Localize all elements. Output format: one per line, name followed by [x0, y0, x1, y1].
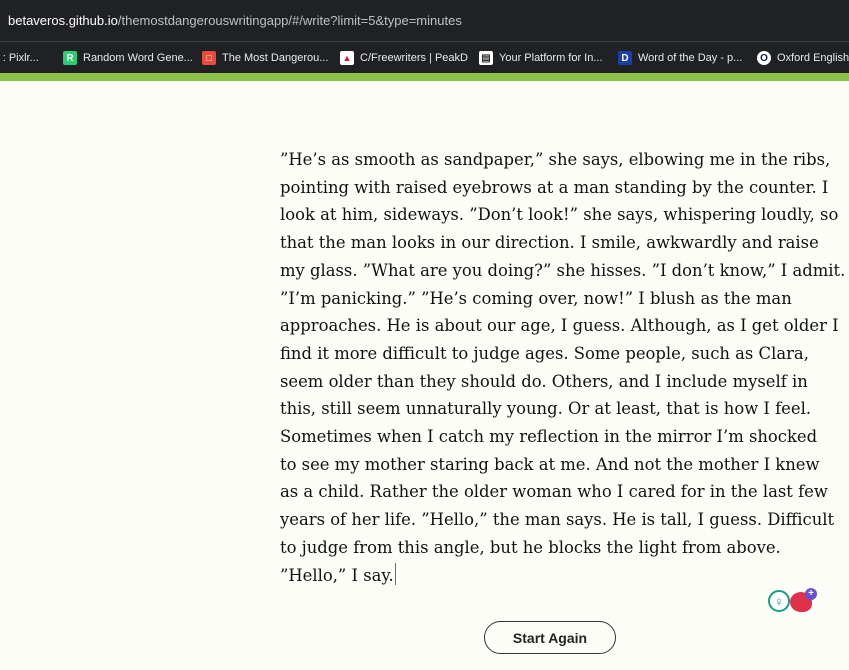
bookmark-random-word[interactable]: R Random Word Gene...: [63, 47, 193, 69]
platform-icon: ▤: [479, 51, 493, 65]
url-text[interactable]: betaveros.github.io/themostdangerouswrit…: [8, 13, 462, 28]
text-cursor: [394, 562, 397, 585]
bookmarks-bar: r : Pixlr... R Random Word Gene... □ The…: [0, 42, 849, 73]
plus-icon[interactable]: +: [805, 588, 817, 600]
editor-line: Sometimes when I catch my reflection in …: [280, 427, 818, 447]
bookmark-label: Oxford English: [777, 52, 849, 64]
bookmark-platform[interactable]: ▤ Your Platform for In...: [479, 47, 603, 69]
editor-line: seem older than they should do. Others, …: [280, 371, 808, 391]
editor-line: ”I’m panicking.” ”He’s coming over, now!…: [280, 288, 792, 308]
bookmark-label: The Most Dangerou...: [222, 52, 329, 64]
grammar-extension-widget[interactable]: ♀ +: [766, 588, 818, 616]
address-bar[interactable]: betaveros.github.io/themostdangerouswrit…: [0, 0, 849, 42]
bookmark-word-of-day[interactable]: D Word of the Day - p...: [618, 47, 742, 69]
start-again-button[interactable]: Start Again: [484, 621, 616, 654]
editor-line: this, still seem unnaturally young. Or a…: [280, 399, 812, 419]
bookmark-label: C/Freewriters | PeakD: [360, 52, 468, 64]
bookmark-label: r : Pixlr...: [0, 52, 39, 64]
editor-line: approaches. He is about our age, I guess…: [280, 316, 839, 336]
editor-line-text: ”Hello,” I say.: [280, 565, 394, 585]
peakd-icon: ▲: [340, 51, 354, 65]
editor-line: my glass. ”What are you doing?” she hiss…: [280, 260, 846, 280]
editor-last-line: ”Hello,” I say.: [280, 562, 825, 590]
writing-editor[interactable]: ”He’s as smooth as sandpaper,” she says,…: [280, 146, 846, 590]
editor-line: years of her life. ”Hello,” the man says…: [280, 510, 835, 530]
editor-line: pointing with raised eyebrows at a man s…: [280, 177, 829, 197]
bookmark-oxford[interactable]: O Oxford English: [757, 47, 849, 69]
lightbulb-icon[interactable]: ♀: [768, 590, 790, 612]
word-of-day-icon: D: [618, 51, 632, 65]
dangerous-app-icon: □: [202, 51, 216, 65]
bookmark-label: Your Platform for In...: [499, 52, 603, 64]
editor-line: to judge from this angle, but he blocks …: [280, 537, 781, 557]
bookmark-peakd[interactable]: ▲ C/Freewriters | PeakD: [340, 47, 468, 69]
random-word-icon: R: [63, 51, 77, 65]
editor-line: to see my mother staring back at me. And…: [280, 454, 820, 474]
editor-line: find it more difficult to judge ages. So…: [280, 343, 809, 363]
editor-line: ”He’s as smooth as sandpaper,” she says,…: [280, 150, 831, 169]
bookmark-label: Random Word Gene...: [83, 52, 193, 64]
url-path: /themostdangerouswritingapp/#/write?limi…: [117, 13, 462, 28]
bookmark-dangerous-app[interactable]: □ The Most Dangerou...: [202, 47, 328, 69]
editor-line: as a child. Rather the older woman who I…: [280, 482, 828, 502]
progress-accent-bar: [0, 73, 849, 81]
editor-line: look at him, sideways. ”Don’t look!” she…: [280, 205, 839, 225]
url-host: betaveros.github.io: [8, 13, 118, 28]
bookmark-label: Word of the Day - p...: [638, 52, 743, 64]
bookmark-pixlr[interactable]: r : Pixlr...: [0, 47, 39, 69]
editor-line: that the man looks in our direction. I s…: [280, 233, 819, 253]
oxford-icon: O: [757, 51, 771, 65]
